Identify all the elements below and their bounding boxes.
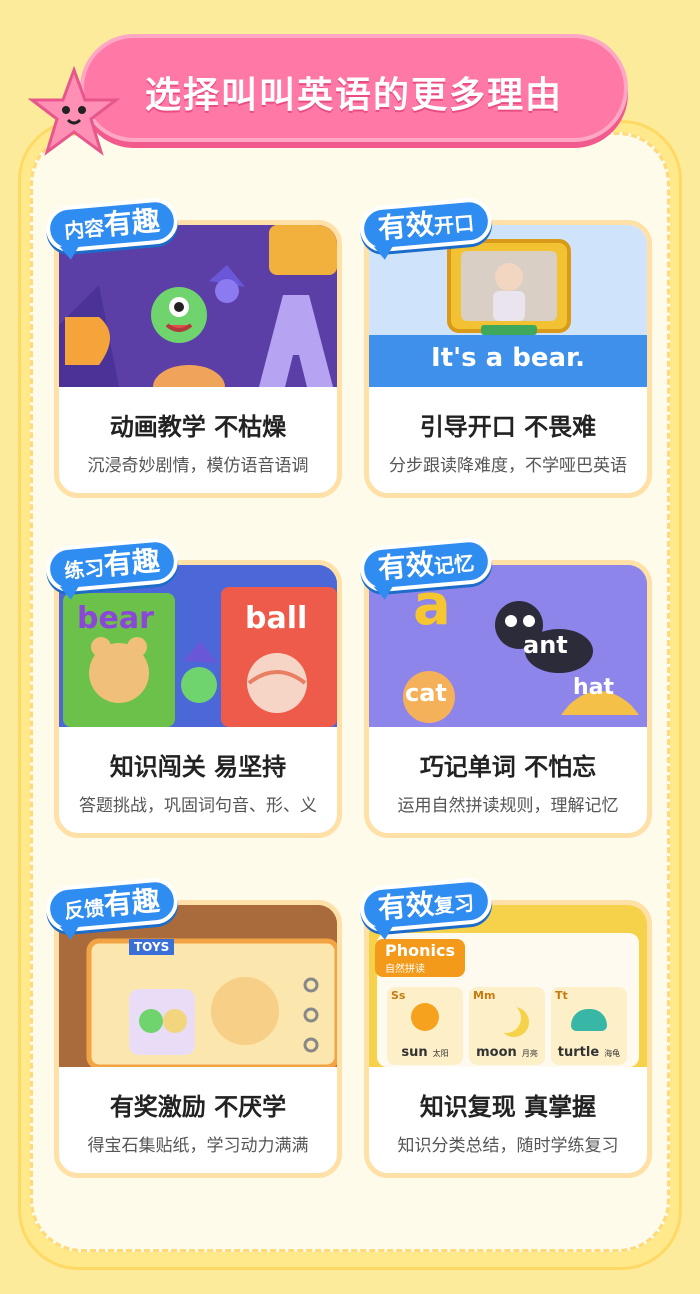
card-subtitle: 分步跟读降难度，不学哑巴英语 [389, 456, 627, 476]
card-subtitle: 运用自然拼读规则，理解记忆 [397, 796, 619, 816]
card-title: 有奖激励 不厌学 [109, 1093, 287, 1121]
phonics-cn: 海龟 [604, 1049, 621, 1058]
card-effective-memory: a ant cat hat 巧记单词 不怕忘 运用自然拼读规则，理解记忆 [364, 560, 652, 838]
sticker-book-icon [59, 905, 337, 1067]
star-mascot-icon [28, 66, 120, 156]
page-title: 选择叫叫英语的更多理由 [144, 75, 563, 116]
phonics-word: sun [401, 1045, 428, 1060]
animation-scene-icon [59, 225, 337, 387]
card-title: 知识闯关 易坚持 [109, 753, 287, 781]
practice-scene-icon [59, 565, 337, 727]
card-illustration [59, 225, 337, 387]
card-subtitle: 沉浸奇妙剧情，模仿语音语调 [87, 456, 309, 476]
word-hat: hat [573, 675, 615, 700]
card-title: 动画教学 不枯燥 [109, 413, 287, 441]
toys-label: TOYS [129, 939, 175, 955]
phonics-badge: Phonics 自然拼读 [375, 939, 465, 977]
word-cat: cat [405, 679, 447, 707]
phonics-item: Tt turtle 海龟 [551, 987, 627, 1065]
word-ball: ball [245, 601, 308, 636]
phonics-letter: Ss [391, 989, 406, 1002]
card-illustration: TOYS [59, 905, 337, 1067]
card-effective-review: Phonics 自然拼读 Ss sun 太阳 Mm moon 月亮 Tt tur… [364, 900, 652, 1178]
phonics-word: moon [476, 1045, 517, 1060]
card-effective-speaking: It's a bear. 引导开口 不畏难 分步跟读降难度，不学哑巴英语 [364, 220, 652, 498]
card-subtitle: 知识分类总结，随时学练复习 [397, 1136, 619, 1156]
phonics-item: Mm moon 月亮 [469, 987, 545, 1065]
phonics-subtitle: 自然拼读 [385, 964, 425, 975]
card-illustration: bear ball [59, 565, 337, 727]
phonics-letter: Tt [555, 989, 568, 1002]
card-feedback-fun: TOYS 有奖激励 不厌学 得宝石集贴纸，学习动力满满 [54, 900, 342, 1178]
card-subtitle: 得宝石集贴纸，学习动力满满 [87, 1136, 309, 1156]
phonics-title: Phonics [385, 941, 455, 960]
header-banner: 选择叫叫英语的更多理由 [80, 34, 628, 142]
card-subtitle: 答题挑战，巩固词句音、形、义 [79, 796, 317, 816]
phonics-cn: 太阳 [432, 1049, 449, 1058]
speaking-sentence: It's a bear. [431, 343, 585, 373]
card-title: 引导开口 不畏难 [419, 413, 597, 441]
moon-icon [491, 1003, 521, 1033]
card-practice-fun: bear ball 知识闯关 易坚持 答题挑战，巩固词句音、形、义 [54, 560, 342, 838]
phonics-letter: Mm [473, 989, 496, 1002]
word-ant: ant [523, 631, 568, 659]
word-bear: bear [77, 601, 154, 636]
turtle-icon [571, 1009, 607, 1031]
card-title: 知识复现 真掌握 [419, 1093, 597, 1121]
sun-icon [411, 1003, 439, 1031]
card-content-fun: 动画教学 不枯燥 沉浸奇妙剧情，模仿语音语调 [54, 220, 342, 498]
phonics-word: turtle [557, 1045, 600, 1060]
card-title: 巧记单词 不怕忘 [419, 753, 597, 781]
phonics-item: Ss sun 太阳 [387, 987, 463, 1065]
phonics-cn: 月亮 [521, 1049, 538, 1058]
